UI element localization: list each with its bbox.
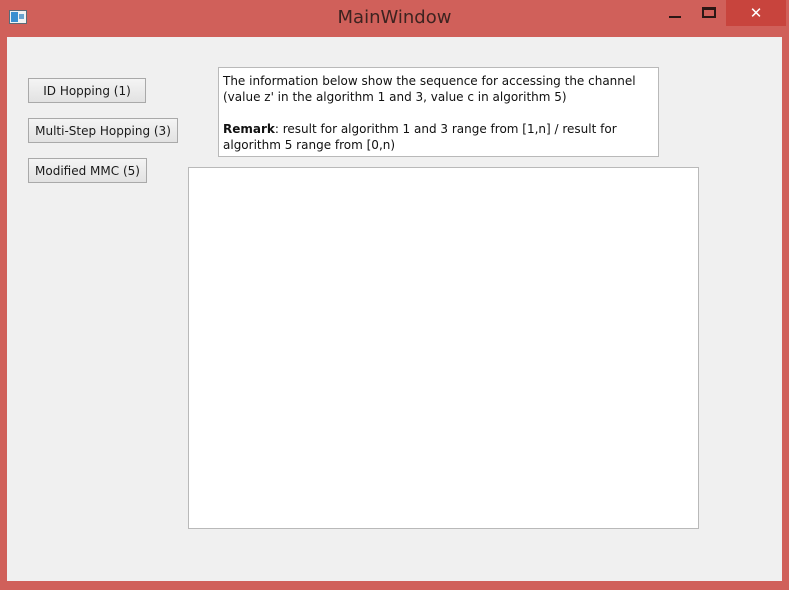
maximize-icon (702, 7, 716, 18)
remark-text-1: : result for algorithm 1 and 3 range fro… (274, 122, 617, 136)
remark-label: Remark (223, 122, 275, 136)
modified-mmc-button[interactable]: Modified MMC (5) (28, 158, 147, 183)
sequence-output-area[interactable] (188, 167, 699, 529)
main-window-client-area: ID Hopping (1) Multi-Step Hopping (3) Mo… (7, 37, 782, 581)
info-text-box: The information below show the sequence … (218, 67, 659, 157)
multi-step-hopping-button[interactable]: Multi-Step Hopping (3) (28, 118, 178, 143)
minimize-button[interactable] (660, 0, 690, 25)
maximize-button[interactable] (694, 0, 724, 25)
close-icon: ✕ (749, 4, 763, 22)
close-button[interactable]: ✕ (726, 0, 786, 26)
title-bar[interactable]: MainWindow ✕ (0, 0, 789, 37)
minimize-icon (669, 15, 681, 18)
info-line-1: The information below show the sequence … (223, 74, 636, 88)
remark-line-2: algorithm 5 range from [0,n) (223, 138, 396, 152)
remark-line-1: Remark: result for algorithm 1 and 3 ran… (223, 121, 654, 137)
info-line-2: (value z' in the algorithm 1 and 3, valu… (223, 90, 567, 104)
id-hopping-button[interactable]: ID Hopping (1) (28, 78, 146, 103)
